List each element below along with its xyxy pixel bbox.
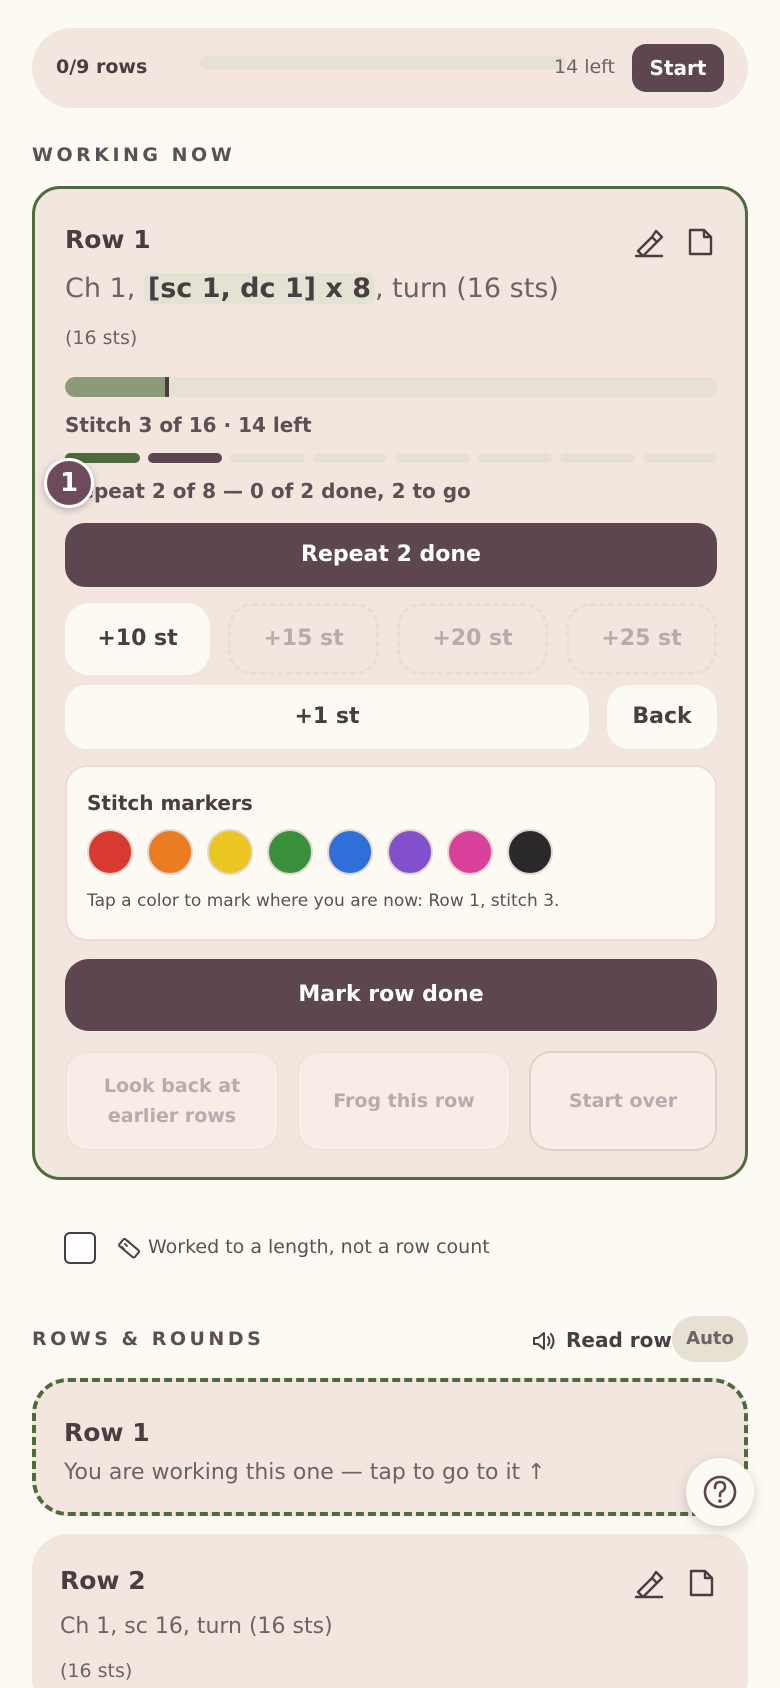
repeat-segment — [230, 453, 305, 463]
step-button[interactable]: +20 st — [397, 603, 548, 675]
marker-color-swatch[interactable] — [387, 829, 433, 875]
note-icon[interactable] — [684, 1566, 718, 1600]
working-row-card: Row 1 Ch 1, [sc 1, dc 1] x 8, turn (16 s… — [32, 186, 748, 1180]
frog-row-button[interactable]: Frog this row — [297, 1051, 511, 1151]
marker-colors — [87, 829, 553, 875]
repeat-status: Repeat 2 of 8 — 0 of 2 done, 2 to go — [65, 479, 471, 503]
marker-color-swatch[interactable] — [327, 829, 373, 875]
help-icon — [703, 1475, 737, 1509]
stitch-step-buttons: +10 st +15 st +20 st +25 st — [65, 603, 717, 675]
repeat-segment — [312, 453, 387, 463]
row-card-instruction: Ch 1, sc 16, turn (16 sts) — [60, 1614, 333, 1639]
repeat-number-badge: 1 — [44, 458, 94, 508]
stitches-left: 14 left — [554, 56, 615, 78]
highlighter-icon[interactable] — [632, 1566, 666, 1600]
instruction-repeat-highlight: [sc 1, dc 1] x 8 — [143, 273, 376, 304]
stitch-status: Stitch 3 of 16 · 14 left — [65, 413, 312, 437]
rows-progress-track — [200, 56, 566, 70]
working-now-heading: WORKING NOW — [32, 144, 236, 166]
instruction-suffix: , turn (16 sts) — [375, 273, 559, 304]
look-back-button[interactable]: Look back at earlier rows — [65, 1051, 279, 1151]
rows-rounds-heading: ROWS & ROUNDS — [32, 1328, 265, 1350]
start-button[interactable]: Start — [632, 44, 724, 92]
back-button[interactable]: Back — [607, 685, 717, 749]
repeat-segment — [395, 453, 470, 463]
secondary-actions: Look back at earlier rows Frog this row … — [65, 1051, 717, 1151]
marker-color-swatch[interactable] — [87, 829, 133, 875]
row-card-stitch-total: (16 sts) — [60, 1660, 133, 1682]
repeat-segment — [642, 453, 717, 463]
step-button[interactable]: +15 st — [228, 603, 379, 675]
current-row-title: Row 1 — [64, 1418, 150, 1447]
highlighter-icon[interactable] — [632, 225, 666, 259]
row-instruction: Ch 1, [sc 1, dc 1] x 8, turn (16 sts) — [65, 273, 559, 304]
marker-color-swatch[interactable] — [207, 829, 253, 875]
current-row-desc: You are working this one — tap to go to … — [64, 1460, 546, 1485]
row-progress-bar: 0/9 rows 14 left Start — [32, 28, 748, 108]
marker-color-swatch[interactable] — [147, 829, 193, 875]
repeat-segment — [560, 453, 635, 463]
speaker-icon — [533, 1332, 555, 1350]
mark-row-done-button[interactable]: Mark row done — [65, 959, 717, 1031]
repeat-done-button[interactable]: Repeat 2 done — [65, 523, 717, 587]
repeat-segment — [477, 453, 552, 463]
instruction-prefix: Ch 1, — [65, 273, 144, 304]
step-button[interactable]: +10 st — [65, 603, 210, 675]
marker-color-swatch[interactable] — [267, 829, 313, 875]
repeat-segments — [65, 453, 717, 463]
start-over-button[interactable]: Start over — [529, 1051, 717, 1151]
length-checkbox[interactable] — [64, 1232, 96, 1264]
note-icon[interactable] — [683, 225, 717, 259]
stitch-markers-hint: Tap a color to mark where you are now: R… — [87, 891, 560, 911]
marker-color-swatch[interactable] — [507, 829, 553, 875]
rows-count: 0/9 rows — [56, 56, 148, 78]
length-option-label: Worked to a length, not a row count — [148, 1236, 490, 1258]
stitch-progress-fill — [65, 377, 167, 397]
read-row-label: Read row — [566, 1328, 672, 1352]
marker-color-swatch[interactable] — [447, 829, 493, 875]
stitch-markers-title: Stitch markers — [87, 791, 253, 815]
row-stitch-total: (16 sts) — [65, 327, 138, 349]
row-title: Row 1 — [65, 225, 151, 254]
stitch-progress-bar — [65, 377, 717, 397]
repeat-segment — [147, 453, 222, 463]
step-button[interactable]: +25 st — [566, 603, 717, 675]
auto-read-toggle[interactable]: Auto — [672, 1316, 748, 1362]
current-row-jump-card[interactable]: Row 1 You are working this one — tap to … — [32, 1378, 748, 1516]
row-card[interactable]: Row 2 Ch 1, sc 16, turn (16 sts) (16 sts… — [32, 1534, 748, 1688]
help-button[interactable] — [686, 1458, 754, 1526]
stitch-markers-panel: Stitch markers Tap a color to mark where… — [65, 765, 717, 941]
row-card-title: Row 2 — [60, 1566, 146, 1595]
ruler-icon — [118, 1237, 140, 1259]
plus-one-stitch-button[interactable]: +1 st — [65, 685, 589, 749]
stitch-progress-marker — [164, 377, 169, 397]
